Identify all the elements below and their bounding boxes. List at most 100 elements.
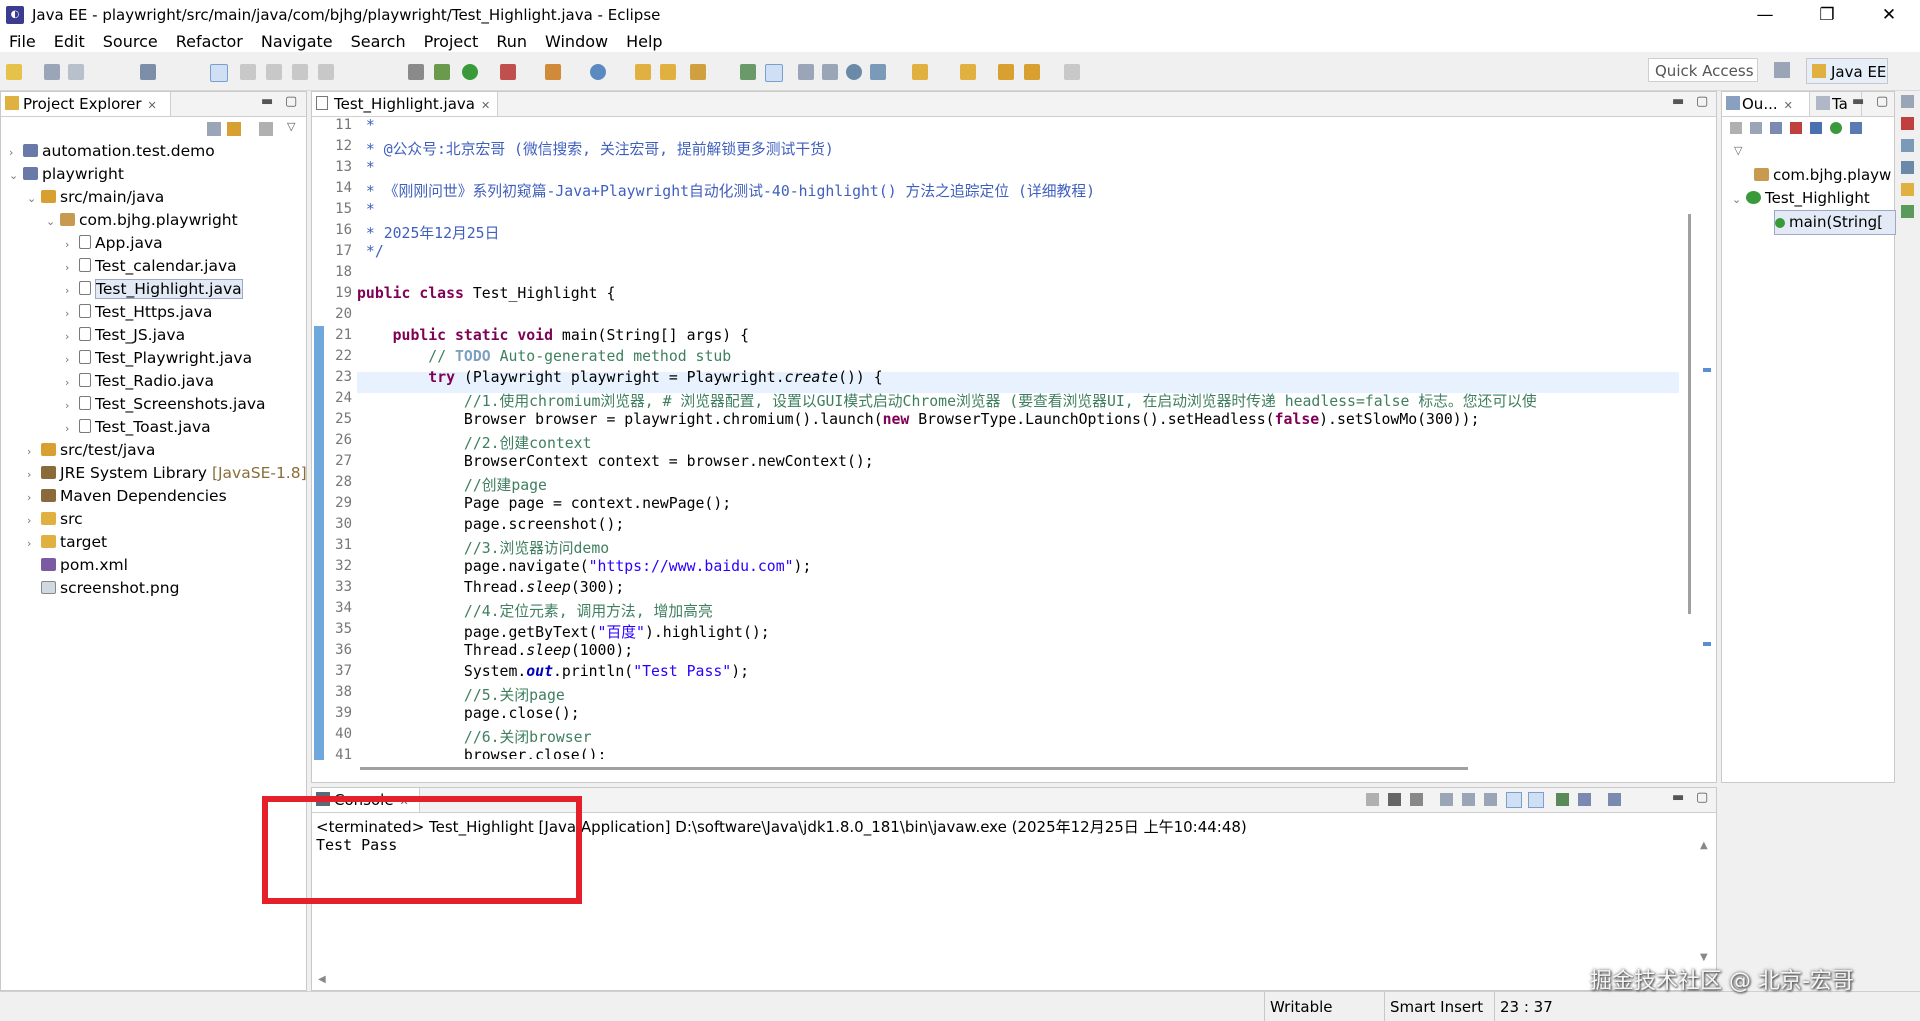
tree-item[interactable]: › Test_JS.java [65, 324, 185, 347]
view-menu-icon[interactable]: ▽ [1734, 144, 1742, 157]
overview-ruler-marker[interactable] [1703, 642, 1711, 646]
close-icon[interactable]: ✕ [481, 99, 490, 112]
menu-source[interactable]: Source [94, 32, 167, 51]
servers-icon[interactable] [1901, 161, 1914, 174]
data-source-icon[interactable] [1901, 183, 1914, 196]
link-editor-icon[interactable] [227, 122, 241, 136]
terminal-icon[interactable] [140, 64, 156, 80]
maximize-icon[interactable]: ▢ [1696, 790, 1708, 805]
restore-button[interactable]: ❐ [1796, 0, 1858, 30]
terminate-icon[interactable] [292, 64, 308, 80]
outline-item[interactable]: ⌄ Test_Highlight [1732, 187, 1870, 210]
display-console-icon[interactable] [1578, 793, 1591, 806]
skip-breakpoints-icon[interactable] [210, 64, 228, 82]
menu-file[interactable]: File [0, 32, 45, 51]
tree-item[interactable]: › Test_Playwright.java [65, 347, 252, 370]
hide-local-types-icon[interactable] [1830, 122, 1842, 134]
tree-item[interactable]: › automation.test.demo [9, 140, 215, 163]
scroll-left-icon[interactable]: ◀ [318, 974, 326, 985]
open-perspective-icon[interactable] [1774, 62, 1790, 78]
minimize-button[interactable]: — [1734, 0, 1796, 30]
markers-icon[interactable] [1901, 117, 1914, 130]
view-menu-icon[interactable]: ▽ [287, 120, 295, 133]
snippets-icon[interactable] [1901, 205, 1914, 218]
maximize-icon[interactable]: ▢ [1696, 94, 1708, 109]
tab-test-highlight[interactable]: Test_Highlight.java ✕ [312, 92, 498, 116]
scroll-up-icon[interactable]: ▲ [1700, 840, 1708, 851]
link-editor-icon[interactable] [1850, 122, 1862, 134]
new-icon[interactable] [6, 64, 22, 80]
save-all-icon[interactable] [68, 64, 84, 80]
run-icon[interactable] [462, 64, 478, 80]
maximize-icon[interactable]: ▢ [285, 94, 297, 109]
perspective-java-ee-button[interactable]: Java EE [1806, 58, 1888, 84]
coverage-icon[interactable] [500, 64, 516, 80]
close-icon[interactable]: ✕ [148, 99, 157, 112]
word-wrap-icon[interactable] [1484, 793, 1497, 806]
tree-item[interactable]: ⌄ playwright [9, 163, 124, 186]
properties-icon[interactable] [1901, 139, 1914, 152]
tree-item[interactable]: pom.xml [27, 554, 128, 577]
hide-fields-icon[interactable] [1770, 122, 1782, 134]
search-icon[interactable] [690, 64, 706, 80]
clear-console-icon[interactable] [1440, 793, 1453, 806]
quick-access-input[interactable]: Quick Access [1648, 58, 1758, 82]
menu-refactor[interactable]: Refactor [167, 32, 252, 51]
open-console-icon[interactable] [1608, 793, 1621, 806]
tree-item[interactable]: › src/test/java [27, 439, 155, 462]
menu-window[interactable]: Window [536, 32, 617, 51]
scroll-lock-icon[interactable] [1462, 793, 1475, 806]
minimize-icon[interactable]: ▬ [261, 94, 273, 109]
outline-item-selected[interactable]: main(String[ [1774, 210, 1896, 235]
tree-item[interactable]: › Test_Radio.java [65, 370, 214, 393]
minimize-icon[interactable]: ▬ [1672, 94, 1684, 109]
outline-item[interactable]: com.bjhg.playw [1754, 164, 1891, 187]
menu-help[interactable]: Help [617, 32, 671, 51]
block-selection-icon[interactable] [798, 64, 814, 80]
forward-icon[interactable] [1064, 64, 1080, 80]
minimize-icon[interactable]: ▬ [1672, 790, 1684, 805]
terminate-icon[interactable] [1366, 793, 1379, 806]
menu-edit[interactable]: Edit [45, 32, 94, 51]
tree-item[interactable]: ⌄ com.bjhg.playwright [46, 209, 238, 232]
remove-launch-icon[interactable] [1388, 793, 1401, 806]
scroll-down-icon[interactable]: ▼ [1700, 952, 1708, 963]
menu-project[interactable]: Project [415, 32, 488, 51]
tree-item[interactable]: › Test_Screenshots.java [65, 393, 266, 416]
restore-icon[interactable] [1901, 95, 1914, 108]
debug-icon[interactable] [434, 64, 450, 80]
overview-ruler-marker[interactable] [1703, 368, 1711, 372]
pin-console-icon[interactable] [1556, 793, 1569, 806]
next-annotation-icon[interactable] [870, 64, 886, 80]
remove-all-icon[interactable] [1410, 793, 1423, 806]
sort-icon[interactable] [1730, 122, 1742, 134]
tree-item[interactable]: › target [27, 531, 107, 554]
tree-item[interactable]: › Test_Https.java [65, 301, 212, 324]
back-icon[interactable] [998, 64, 1014, 80]
external-tools-icon[interactable] [545, 64, 561, 80]
tree-item[interactable]: › Maven Dependencies [27, 485, 227, 508]
open-type-icon[interactable] [635, 64, 651, 80]
disconnect-icon[interactable] [318, 64, 334, 80]
close-button[interactable]: ✕ [1858, 0, 1920, 30]
last-edit-icon[interactable] [912, 64, 928, 80]
resume-icon[interactable] [240, 64, 256, 80]
tree-item[interactable]: › App.java [65, 232, 163, 255]
open-folder-icon[interactable] [660, 64, 676, 80]
suspend-icon[interactable] [266, 64, 282, 80]
tree-item[interactable]: › Test_calendar.java [65, 255, 237, 278]
web-browser-icon[interactable] [846, 64, 862, 80]
tree-item[interactable]: › JRE System Library [JavaSE-1.8] [27, 462, 307, 485]
tab-project-explorer[interactable]: Project Explorer ✕ [1, 92, 171, 116]
tree-item[interactable]: screenshot.png [27, 577, 179, 600]
show-stderr-icon[interactable] [1528, 792, 1544, 808]
vertical-scrollbar[interactable] [1688, 214, 1691, 614]
new-server-icon[interactable] [590, 64, 606, 80]
collapse-all-icon[interactable] [207, 122, 221, 136]
menu-run[interactable]: Run [487, 32, 536, 51]
tree-item[interactable]: ⌄ src/main/java [27, 186, 164, 209]
mark-occurrences-icon[interactable] [765, 64, 783, 82]
menu-navigate[interactable]: Navigate [252, 32, 342, 51]
hide-non-public-icon[interactable] [1810, 122, 1822, 134]
show-whitespace-icon[interactable] [822, 64, 838, 80]
